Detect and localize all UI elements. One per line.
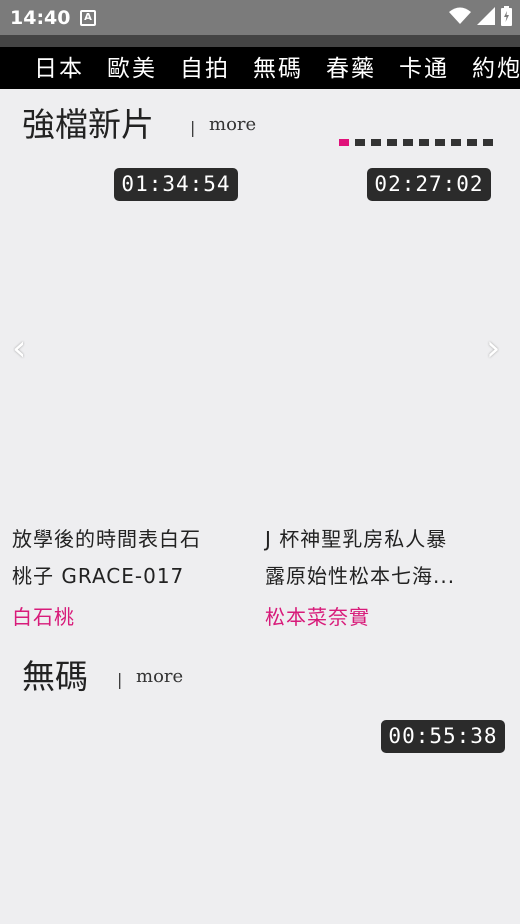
nav-item-cartoon[interactable]: 卡通 xyxy=(399,49,449,83)
video-duration-badge: 02:27:02 xyxy=(367,168,491,201)
more-link-new-releases[interactable]: more xyxy=(209,114,256,135)
video-card-title[interactable]: J 杯神聖乳房私人暴 露原始性松本七海... xyxy=(265,521,495,595)
pagination-dot[interactable] xyxy=(483,139,493,146)
video-title-line: J 杯神聖乳房私人暴 xyxy=(265,527,448,551)
nav-item-aphrodisiac[interactable]: 春藥 xyxy=(326,49,376,83)
category-nav-items: 日本 歐美 自拍 無碼 春藥 卡通 約炮 xyxy=(34,49,520,83)
carousel-pagination xyxy=(339,139,493,146)
video-title-line: 桃子 GRACE-017 xyxy=(12,564,185,588)
more-link-uncensored[interactable]: more xyxy=(136,666,183,687)
pagination-dot[interactable] xyxy=(435,139,445,146)
more-separator: | xyxy=(190,118,196,137)
video-duration-badge: 00:55:38 xyxy=(381,720,505,753)
more-separator: | xyxy=(117,670,123,689)
pagination-dot[interactable] xyxy=(419,139,429,146)
nav-item-dating[interactable]: 約炮 xyxy=(472,49,520,83)
status-icons xyxy=(449,6,512,26)
video-actor-link[interactable]: 白石桃 xyxy=(12,601,75,630)
pagination-dot[interactable] xyxy=(371,139,381,146)
status-bar: 14:40 A xyxy=(0,0,520,35)
video-title-line: 露原始性松本七海... xyxy=(265,564,456,588)
category-nav: 日本 歐美 自拍 無碼 春藥 卡通 約炮 xyxy=(0,35,520,89)
pagination-dot[interactable] xyxy=(387,139,397,146)
pagination-dot[interactable] xyxy=(339,139,349,146)
status-time: 14:40 xyxy=(10,7,71,29)
battery-icon xyxy=(501,6,512,26)
pagination-dot[interactable] xyxy=(467,139,477,146)
signal-icon xyxy=(477,7,495,25)
carousel-prev-icon[interactable]: ‹ xyxy=(12,328,26,369)
video-title-line: 放學後的時間表白石 xyxy=(12,527,201,551)
section-title-uncensored: 無碼 xyxy=(22,657,88,696)
nav-item-western[interactable]: 歐美 xyxy=(107,49,157,83)
wifi-icon xyxy=(449,7,471,24)
carousel-next-icon[interactable]: › xyxy=(486,328,500,369)
pagination-dot[interactable] xyxy=(403,139,413,146)
pagination-dot[interactable] xyxy=(355,139,365,146)
section-title-new-releases: 強檔新片 xyxy=(22,105,154,144)
video-actor-link[interactable]: 松本菜奈實 xyxy=(265,601,370,630)
pagination-dot[interactable] xyxy=(451,139,461,146)
nav-item-uncensored[interactable]: 無碼 xyxy=(253,49,303,83)
notification-a-icon: A xyxy=(80,10,96,26)
video-card-title[interactable]: 放學後的時間表白石 桃子 GRACE-017 xyxy=(12,521,242,595)
video-duration-badge: 01:34:54 xyxy=(114,168,238,201)
nav-item-selfie[interactable]: 自拍 xyxy=(180,49,230,83)
nav-item-japan[interactable]: 日本 xyxy=(34,49,84,83)
